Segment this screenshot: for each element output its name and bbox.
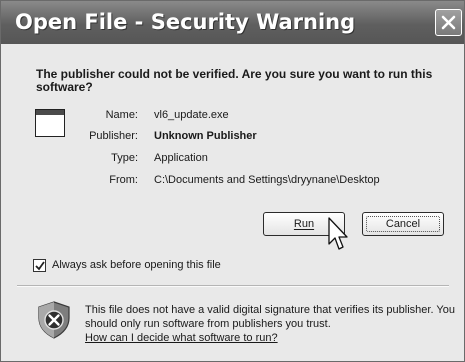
publisher-value: Unknown Publisher — [154, 130, 257, 142]
title-bar[interactable]: Open File - Security Warning — [1, 1, 464, 44]
run-button-label: Run — [293, 218, 315, 230]
cancel-button[interactable]: Cancel — [362, 212, 444, 236]
cancel-button-label: Cancel — [385, 218, 421, 230]
help-link[interactable]: How can I decide what software to run? — [85, 332, 278, 344]
close-button[interactable] — [435, 9, 462, 36]
from-label: From: — [109, 174, 138, 186]
type-value: Application — [154, 152, 208, 164]
signature-warning-text: This file does not have a valid digital … — [85, 304, 455, 330]
checkmark-icon — [35, 261, 45, 271]
always-ask-label: Always ask before opening this file — [52, 259, 221, 271]
shield-x-icon — [38, 301, 70, 339]
name-value: vl6_update.exe — [154, 109, 229, 121]
publisher-label: Publisher: — [89, 130, 138, 142]
application-window-icon — [35, 109, 65, 137]
section-divider — [17, 285, 449, 287]
warning-heading: The publisher could not be verified. Are… — [36, 67, 433, 94]
type-label: Type: — [111, 152, 138, 164]
security-warning-dialog: Open File - Security Warning The publish… — [0, 0, 465, 362]
from-value: C:\Documents and Settings\dryynane\Deskt… — [154, 174, 380, 186]
window-title: Open File - Security Warning — [15, 10, 356, 34]
mouse-pointer-icon — [328, 217, 348, 250]
always-ask-checkbox[interactable] — [33, 259, 46, 272]
close-icon — [441, 15, 456, 30]
name-label: Name: — [105, 109, 138, 121]
